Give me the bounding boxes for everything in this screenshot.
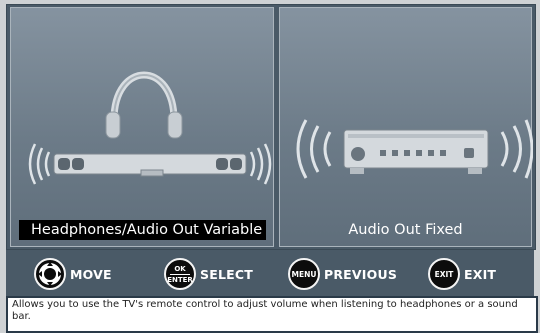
audio-out-menu: Headphones/Audio Out Variable Audio Out … — [0, 0, 540, 333]
move-control[interactable]: MOVE — [34, 258, 112, 290]
option-audio-fixed[interactable]: Audio Out Fixed — [279, 7, 533, 247]
remote-controls-bar: MOVE OK ENTER SELECT MENU PREVIOUS EXIT … — [6, 250, 534, 296]
option-headphones-variable[interactable]: Headphones/Audio Out Variable — [10, 7, 274, 247]
option-label: Audio Out Fixed — [348, 222, 463, 238]
menu-button-icon: MENU — [288, 258, 320, 290]
headphones-icon — [105, 71, 183, 139]
move-label: MOVE — [70, 266, 112, 282]
receiver-icon — [343, 129, 489, 174]
exit-control[interactable]: EXIT EXIT — [428, 258, 496, 290]
select-label: SELECT — [200, 266, 253, 282]
dpad-icon — [34, 258, 66, 290]
option-label: Headphones/Audio Out Variable — [19, 220, 267, 240]
description-text: Allows you to use the TV's remote contro… — [6, 296, 538, 333]
enter-key-label: ENTER — [167, 275, 193, 284]
options-area: Headphones/Audio Out Variable Audio Out … — [6, 4, 536, 250]
headphones-soundbar-icon — [28, 71, 272, 185]
soundbar-icon — [53, 153, 247, 177]
ok-key-label: OK — [174, 264, 186, 273]
select-control[interactable]: OK ENTER SELECT — [164, 258, 253, 290]
exit-button-icon: EXIT — [428, 258, 460, 290]
previous-label: PREVIOUS — [324, 266, 398, 282]
previous-control[interactable]: MENU PREVIOUS — [288, 258, 397, 290]
audio-receiver-icon — [296, 119, 533, 179]
exit-label: EXIT — [464, 266, 497, 282]
ok-enter-button-icon: OK ENTER — [164, 258, 196, 290]
